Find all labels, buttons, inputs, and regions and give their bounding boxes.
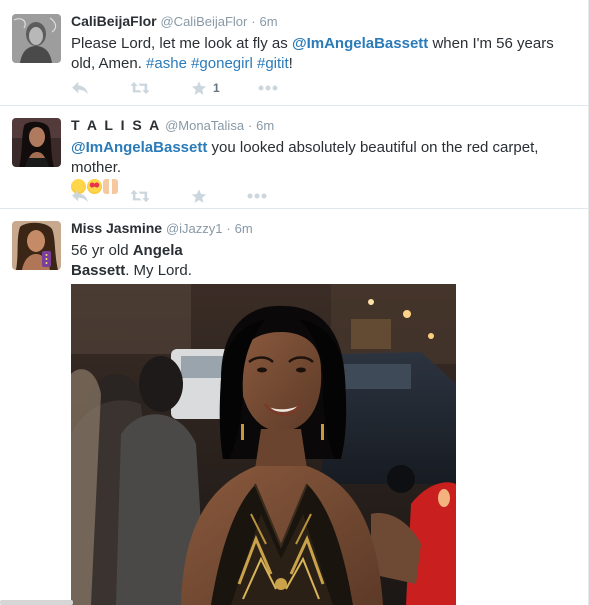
timestamp[interactable]: 6m bbox=[235, 221, 253, 236]
tweet-item[interactable]: T A L I S A @MonaTalisa · 6m @ImAngelaBa… bbox=[0, 106, 589, 209]
tweet-text: Please Lord, let me look at fly as @ImAn… bbox=[71, 34, 577, 74]
favorite-icon bbox=[191, 189, 207, 204]
text-part: . My Lord. bbox=[125, 262, 192, 279]
hashtag-link[interactable]: #gonegirl bbox=[191, 55, 253, 72]
retweet-icon bbox=[129, 189, 151, 203]
fullname[interactable]: CaliBeijaFlor bbox=[71, 13, 157, 29]
avatar[interactable] bbox=[12, 118, 61, 167]
avatar[interactable] bbox=[12, 221, 61, 270]
tweet-item[interactable]: CaliBeijaFlor @CaliBeijaFlor · 6m Please… bbox=[0, 0, 589, 106]
more-icon bbox=[247, 193, 267, 199]
text-part: ! bbox=[288, 55, 293, 72]
tweet-header: CaliBeijaFlor @CaliBeijaFlor · 6m bbox=[71, 11, 577, 32]
mention-link[interactable]: @ImAngelaBassett bbox=[292, 35, 428, 52]
username[interactable]: @iJazzy1 bbox=[166, 221, 223, 236]
separator: · bbox=[251, 14, 256, 29]
timestamp[interactable]: 6m bbox=[256, 118, 274, 133]
tweet-header: Miss Jasmine @iJazzy1 · 6m bbox=[71, 218, 577, 239]
tweet-stream: CaliBeijaFlor @CaliBeijaFlor · 6m Please… bbox=[0, 0, 589, 605]
retweet-button[interactable] bbox=[129, 81, 151, 95]
reply-button[interactable] bbox=[71, 189, 89, 203]
tweet-content: Miss Jasmine @iJazzy1 · 6m 56 yr old Ang… bbox=[71, 218, 577, 281]
highlighted-keyword: Angela bbox=[132, 242, 183, 259]
favorite-count: 1 bbox=[213, 81, 220, 95]
text-part: 56 yr old bbox=[71, 242, 133, 259]
favorite-icon bbox=[191, 81, 207, 96]
favorite-button[interactable] bbox=[191, 189, 207, 204]
separator: · bbox=[226, 221, 231, 236]
retweet-button[interactable] bbox=[129, 189, 151, 203]
reply-icon bbox=[71, 81, 89, 95]
reply-icon bbox=[71, 189, 89, 203]
horizontal-scrollbar[interactable] bbox=[0, 600, 73, 605]
tweet-content: T A L I S A @MonaTalisa · 6m @ImAngelaBa… bbox=[71, 115, 577, 198]
tweet-header: T A L I S A @MonaTalisa · 6m bbox=[71, 115, 577, 136]
highlighted-keyword: Bassett bbox=[71, 262, 126, 279]
more-icon bbox=[258, 85, 278, 91]
fullname[interactable]: T A L I S A bbox=[71, 117, 161, 133]
fullname[interactable]: Miss Jasmine bbox=[71, 220, 162, 236]
tweet-content: CaliBeijaFlor @CaliBeijaFlor · 6m Please… bbox=[71, 11, 577, 95]
favorite-button[interactable]: 1 bbox=[191, 81, 220, 96]
retweet-icon bbox=[129, 81, 151, 95]
tweet-actions: 1 bbox=[71, 79, 318, 97]
tweet-item[interactable]: Miss Jasmine @iJazzy1 · 6m 56 yr old Ang… bbox=[0, 209, 589, 605]
username[interactable]: @CaliBeijaFlor bbox=[160, 14, 247, 29]
username[interactable]: @MonaTalisa bbox=[165, 118, 244, 133]
avatar[interactable] bbox=[12, 14, 61, 63]
hashtag-link[interactable]: #gitit bbox=[257, 55, 289, 72]
separator: · bbox=[247, 118, 253, 133]
text-part: Please Lord, let me look at fly as bbox=[71, 35, 292, 52]
tweet-text: 56 yr old Angela Bassett. My Lord. bbox=[71, 241, 577, 281]
more-button[interactable] bbox=[258, 85, 278, 91]
hashtag-link[interactable]: #ashe bbox=[146, 55, 187, 72]
tweet-actions bbox=[71, 187, 307, 205]
more-button[interactable] bbox=[247, 193, 267, 199]
timestamp[interactable]: 6m bbox=[260, 14, 278, 29]
tweet-photo[interactable] bbox=[71, 284, 456, 605]
reply-button[interactable] bbox=[71, 81, 89, 95]
mention-link[interactable]: @ImAngelaBassett bbox=[71, 139, 207, 156]
